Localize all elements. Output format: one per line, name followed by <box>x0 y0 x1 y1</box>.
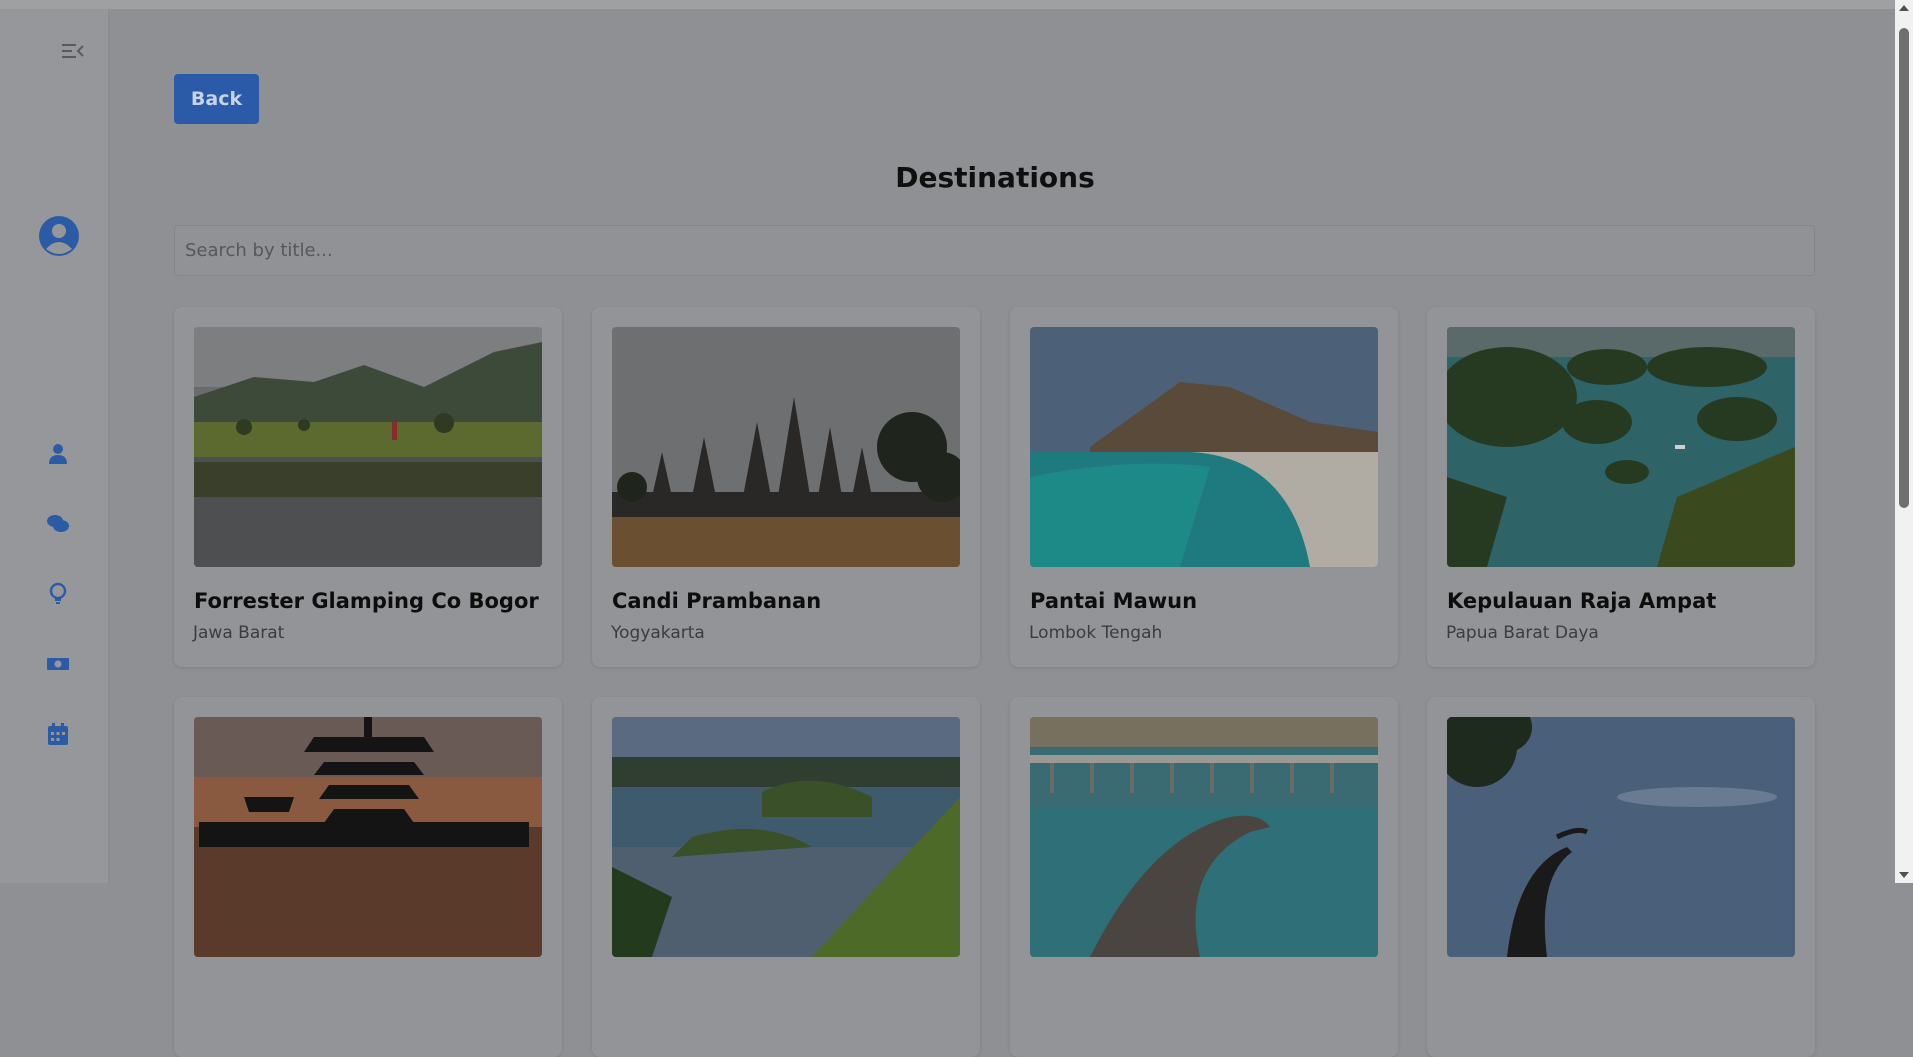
sidebar <box>0 9 109 883</box>
scroll-down-icon[interactable] <box>1899 872 1909 878</box>
destination-image <box>612 327 960 567</box>
destination-title: Candi Prambanan <box>612 589 822 613</box>
destination-image <box>194 327 542 567</box>
lightbulb-icon[interactable] <box>46 582 70 606</box>
destination-card[interactable] <box>592 697 980 1057</box>
destination-title: Pantai Mawun <box>1030 589 1198 613</box>
comments-icon[interactable] <box>46 512 70 536</box>
scrollbar-thumb[interactable] <box>1899 28 1909 508</box>
destination-region: Papua Barat Daya <box>1446 623 1599 643</box>
destination-card[interactable] <box>174 697 562 1057</box>
destination-image <box>1030 327 1378 567</box>
destination-card[interactable]: Pantai Mawun Lombok Tengah <box>1010 307 1398 667</box>
destination-image <box>1030 717 1378 957</box>
destination-region: Yogyakarta <box>611 623 705 643</box>
destination-card[interactable] <box>1427 697 1815 1057</box>
destination-image <box>1447 327 1795 567</box>
menu-collapse-icon[interactable] <box>60 41 84 61</box>
back-button[interactable]: Back <box>174 74 259 124</box>
top-bar <box>0 0 1895 9</box>
money-bill-icon[interactable] <box>46 652 70 676</box>
search-input[interactable] <box>174 225 1815 276</box>
calendar-icon[interactable] <box>46 722 70 746</box>
destination-image <box>194 717 542 957</box>
destination-image <box>1447 717 1795 957</box>
destination-region: Jawa Barat <box>193 623 285 643</box>
destination-region: Lombok Tengah <box>1029 623 1163 643</box>
destination-card[interactable]: Kepulauan Raja Ampat Papua Barat Daya <box>1427 307 1815 667</box>
page-title: Destinations <box>895 161 1095 194</box>
destination-image <box>612 717 960 957</box>
main-content: Back Destinations Forrester Glamping Co … <box>110 9 1895 1057</box>
user-circle-icon[interactable] <box>38 215 80 257</box>
user-icon[interactable] <box>46 442 70 466</box>
destination-title: Forrester Glamping Co Bogor <box>194 589 539 613</box>
destination-card[interactable]: Forrester Glamping Co Bogor Jawa Barat <box>174 307 562 667</box>
destination-card[interactable] <box>1010 697 1398 1057</box>
page-scrollbar[interactable] <box>1895 0 1913 883</box>
destination-card[interactable]: Candi Prambanan Yogyakarta <box>592 307 980 667</box>
destination-title: Kepulauan Raja Ampat <box>1447 589 1717 613</box>
scroll-up-icon[interactable] <box>1899 5 1909 11</box>
